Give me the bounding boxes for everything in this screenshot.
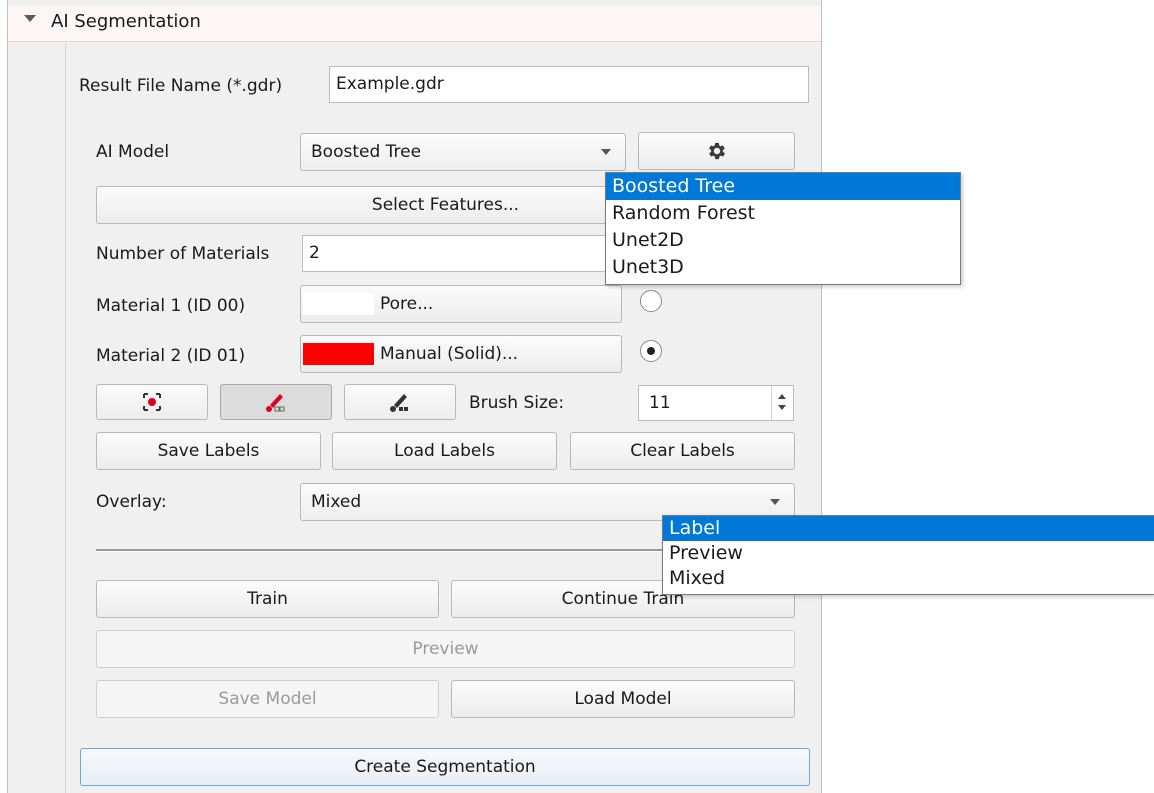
overlay-option-label[interactable]: Label [663, 516, 1154, 541]
load-model-button[interactable]: Load Model [451, 680, 795, 718]
clear-labels-button[interactable]: Clear Labels [570, 432, 795, 470]
brush-paint-button[interactable] [220, 384, 332, 420]
material-1-swatch [303, 293, 374, 315]
gear-icon [708, 142, 725, 160]
overlay-label: Overlay: [96, 492, 167, 512]
result-file-input[interactable]: Example.gdr [329, 66, 809, 103]
save-labels-button[interactable]: Save Labels [96, 432, 321, 470]
material-2-label: Material 2 (ID 01) [96, 346, 246, 366]
chevron-down-icon [601, 149, 611, 155]
result-file-label: Result File Name (*.gdr) [79, 76, 283, 96]
ai-model-option-unet2d[interactable]: Unet2D [606, 227, 960, 254]
material-1-label: Material 1 (ID 00) [96, 296, 246, 316]
num-materials-input[interactable]: 2 [302, 235, 622, 272]
brush-size-value: 11 [649, 393, 671, 413]
ai-model-dropdown: Boosted Tree Random Forest Unet2D Unet3D [605, 172, 961, 285]
load-labels-button[interactable]: Load Labels [332, 432, 557, 470]
overlay-option-mixed[interactable]: Mixed [663, 566, 1154, 591]
model-settings-button[interactable] [638, 132, 795, 170]
save-model-button[interactable]: Save Model [96, 680, 439, 718]
num-materials-label: Number of Materials [96, 244, 270, 264]
collapse-arrow-icon[interactable] [24, 15, 36, 22]
material-2-swatch [303, 343, 374, 365]
overlay-dropdown: Label Preview Mixed [662, 515, 1154, 595]
material-2-radio[interactable] [640, 340, 662, 362]
brush-size-label: Brush Size: [469, 393, 565, 413]
ai-model-value: Boosted Tree [311, 142, 422, 162]
ai-model-label: AI Model [96, 142, 170, 162]
brush-erase-icon [390, 394, 408, 412]
spin-up-icon[interactable] [778, 394, 786, 399]
overlay-option-preview[interactable]: Preview [663, 541, 1154, 566]
ai-model-option-random-forest[interactable]: Random Forest [606, 200, 960, 227]
material-2-button-label: Manual (Solid)... [380, 344, 519, 364]
spin-arrows[interactable] [771, 386, 793, 420]
section-title: AI Segmentation [51, 11, 201, 32]
radio-selected-dot [647, 347, 655, 355]
preview-button[interactable]: Preview [96, 630, 795, 668]
create-segmentation-button[interactable]: Create Segmentation [80, 748, 810, 786]
material-1-radio[interactable] [640, 290, 662, 312]
ai-model-option-unet3d[interactable]: Unet3D [606, 254, 960, 281]
chevron-down-icon [770, 499, 780, 505]
material-2-button[interactable]: Manual (Solid)... [300, 335, 622, 373]
spin-down-icon[interactable] [778, 405, 786, 410]
train-button[interactable]: Train [96, 580, 439, 618]
brush-size-spinbox[interactable]: 11 [638, 385, 794, 421]
brush-erase-button[interactable] [344, 384, 456, 420]
brush-select-button[interactable] [96, 384, 208, 420]
material-1-button[interactable]: Pore... [300, 285, 622, 323]
brush-paint-icon [266, 394, 285, 412]
brush-select-icon [143, 393, 161, 411]
ai-model-combo[interactable]: Boosted Tree [300, 133, 626, 171]
ai-model-option-boosted-tree[interactable]: Boosted Tree [606, 173, 960, 200]
material-1-button-label: Pore... [380, 294, 434, 314]
indent-strip [8, 43, 66, 793]
overlay-value: Mixed [311, 492, 362, 512]
